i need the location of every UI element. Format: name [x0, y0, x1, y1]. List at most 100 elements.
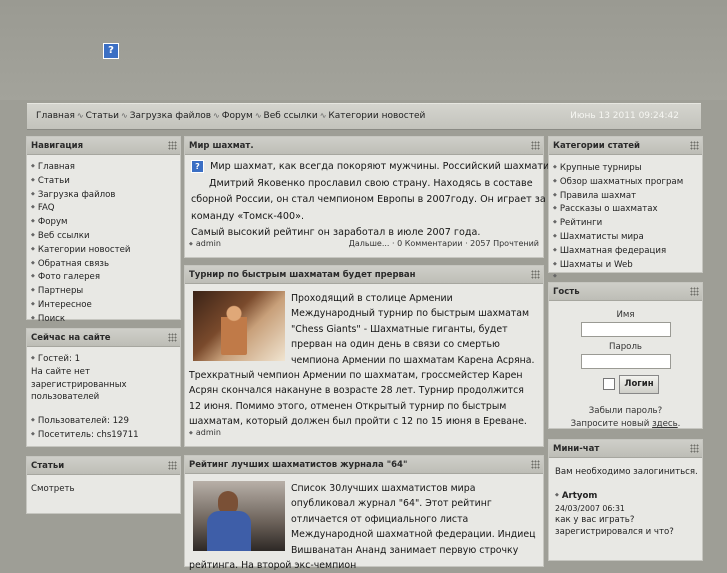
nav-item-forum[interactable]: Форум — [31, 215, 176, 229]
panel-title: Навигация — [31, 141, 84, 151]
articles-panel: Статьи Смотреть — [26, 456, 181, 514]
nav-link-articles[interactable]: Статьи — [86, 111, 119, 121]
panel-title: Категории статей — [553, 141, 640, 151]
nav-separator-icon: ∿ — [76, 111, 84, 120]
question-mark-icon: ? — [103, 43, 119, 59]
drag-grip-icon[interactable] — [690, 444, 699, 453]
category-item[interactable]: Обзор шахматных програм — [553, 175, 698, 189]
panel-header: Турнир по быстрым шахматам будет прерван — [185, 266, 543, 284]
chess-player-image — [193, 481, 285, 551]
category-item[interactable]: Шахматная федерация — [553, 244, 698, 258]
panel-header: Сейчас на сайте — [27, 329, 180, 347]
article-body: ? Мир шахмат, как всегда покоряют мужчин… — [191, 159, 560, 242]
drag-grip-icon[interactable] — [690, 287, 699, 296]
article-title[interactable]: Турнир по быстрым шахматам будет прерван — [189, 270, 416, 280]
chat-author[interactable]: Artyom — [555, 489, 698, 503]
drag-grip-icon[interactable] — [168, 333, 177, 342]
registered-text-2: зарегистрированных — [31, 379, 127, 390]
request-suffix: . — [677, 419, 681, 429]
login-row: Логин — [603, 375, 698, 394]
drag-grip-icon[interactable] — [690, 141, 699, 150]
remember-me-checkbox[interactable] — [603, 378, 615, 390]
nav-separator-icon: ∿ — [213, 111, 220, 120]
nav-item-home[interactable]: Главная — [31, 160, 176, 174]
chat-date: 24/03/2007 06:31 — [555, 503, 625, 513]
panel-header: Категории статей — [549, 137, 702, 155]
nav-link-news-categories[interactable]: Категории новостей — [328, 111, 425, 121]
drag-grip-icon[interactable] — [531, 141, 540, 150]
article-meta[interactable]: Дальше... · 0 Комментарии · 2057 Прочтен… — [349, 239, 539, 248]
password-input[interactable] — [580, 354, 671, 369]
category-item[interactable]: Правила шахмат — [553, 189, 698, 203]
nav-item-articles[interactable]: Статьи — [31, 174, 176, 188]
current-datetime: Июнь 13 2011 09:24:42 — [570, 111, 679, 121]
panel-title: Статьи — [31, 461, 65, 471]
forgot-password-text: Забыли пароль? — [588, 406, 663, 416]
nav-item-feedback[interactable]: Обратная связь — [31, 257, 176, 271]
nav-separator-icon: ∿ — [254, 111, 262, 120]
view-articles-link[interactable]: Смотреть — [31, 483, 176, 496]
top-navbar: Главная ∿ Статьи ∿ Загрузка файлов ∿ Форум ∿ Веб… — [27, 103, 701, 130]
navigation-panel: Навигация Главная Статьи Загрузка файлов… — [26, 136, 181, 324]
article-author[interactable]: admin — [189, 239, 221, 248]
article-title[interactable]: Рейтинг лучших шахматистов журнала "64" — [189, 460, 407, 470]
nav-item-news-categories[interactable]: Категории новостей — [31, 243, 176, 257]
request-prefix: Запросите новый — [570, 419, 653, 429]
drag-grip-icon[interactable] — [168, 141, 177, 150]
nav-item-partners[interactable]: Партнеры — [31, 284, 176, 298]
nav-item-weblinks[interactable]: Веб ссылки — [31, 229, 176, 243]
guest-login-panel: Гость Имя Пароль Логин Забыли пароль? За… — [548, 282, 703, 429]
username-input[interactable] — [580, 322, 671, 337]
article-text-line: команду «Томск-400». — [191, 210, 305, 222]
nav-item-faq[interactable]: FAQ — [31, 201, 176, 215]
nav-item-photo-gallery[interactable]: Фото галерея — [31, 270, 176, 284]
categories-end-bullet — [553, 271, 698, 282]
request-password-text: Запросите новый здесь. — [553, 418, 698, 431]
article-text-line: сборной России, он стал чемпионом Европы… — [191, 194, 546, 205]
nav-link-forum[interactable]: Форум — [222, 111, 253, 121]
password-label: Пароль — [609, 342, 642, 352]
article-footer: admin — [189, 428, 539, 442]
users-count: Пользователей: 129 — [31, 414, 176, 428]
nav-link-downloads[interactable]: Загрузка файлов — [130, 111, 211, 121]
category-item[interactable]: Крупные турниры — [553, 161, 698, 175]
nav-item-search[interactable]: Поиск — [31, 312, 176, 326]
chess-piece-image — [193, 291, 285, 361]
category-item[interactable]: Шахматисты мира — [553, 230, 698, 244]
panel-header: Гость — [549, 283, 702, 301]
nav-links: Главная ∿ Статьи ∿ Загрузка файлов ∿ Форум ∿ Веб… — [36, 111, 425, 121]
login-required-notice: Вам необходимо залогиниться. — [555, 467, 698, 477]
panel-header: Статьи — [27, 457, 180, 475]
request-password-link[interactable]: здесь — [652, 419, 678, 429]
nav-item-interesting[interactable]: Интересное — [31, 298, 176, 312]
question-mark-icon: ? — [191, 159, 204, 173]
drag-grip-icon[interactable] — [168, 461, 177, 470]
drag-grip-icon[interactable] — [531, 270, 540, 279]
nav-item-downloads[interactable]: Загрузка файлов — [31, 188, 176, 202]
panel-header: Мини-чат — [549, 440, 702, 458]
article-text-line: Мир шахмат, как всегда покоряют мужчины.… — [210, 161, 561, 172]
last-visitor[interactable]: Посетитель: chs19711 — [31, 428, 176, 442]
category-item[interactable]: Рейтинги — [553, 216, 698, 230]
article-title[interactable]: Мир шахмат. — [189, 141, 254, 151]
article-panel: Мир шахмат. ? Мир шахмат, как всегда пок… — [184, 136, 560, 258]
username-label: Имя — [616, 310, 635, 320]
chat-message: зарегистрировался и что? — [555, 527, 674, 538]
nav-link-home[interactable]: Главная — [36, 111, 75, 121]
panel-title: Гость — [553, 287, 580, 297]
panel-title: Сейчас на сайте — [31, 333, 111, 343]
panel-header: Рейтинг лучших шахматистов журнала "64" — [185, 456, 543, 474]
panel-header: Мир шахмат. — [185, 137, 543, 155]
article-author[interactable]: admin — [189, 428, 221, 437]
login-button[interactable]: Логин — [619, 375, 659, 394]
article-panel: Турнир по быстрым шахматам будет прерван… — [184, 265, 544, 447]
nav-link-weblinks[interactable]: Веб ссылки — [264, 111, 318, 121]
nav-separator-icon: ∿ — [319, 111, 327, 120]
category-item[interactable]: Шахматы и Web — [553, 258, 698, 272]
guests-count: Гостей: 1 — [31, 352, 176, 366]
categories-list: Крупные турниры Обзор шахматных програм … — [553, 161, 698, 271]
drag-grip-icon[interactable] — [531, 460, 540, 469]
article-footer: admin Дальше... · 0 Комментарии · 2057 П… — [189, 239, 539, 253]
panel-header: Навигация — [27, 137, 180, 155]
category-item[interactable]: Рассказы о шахматах — [553, 202, 698, 216]
